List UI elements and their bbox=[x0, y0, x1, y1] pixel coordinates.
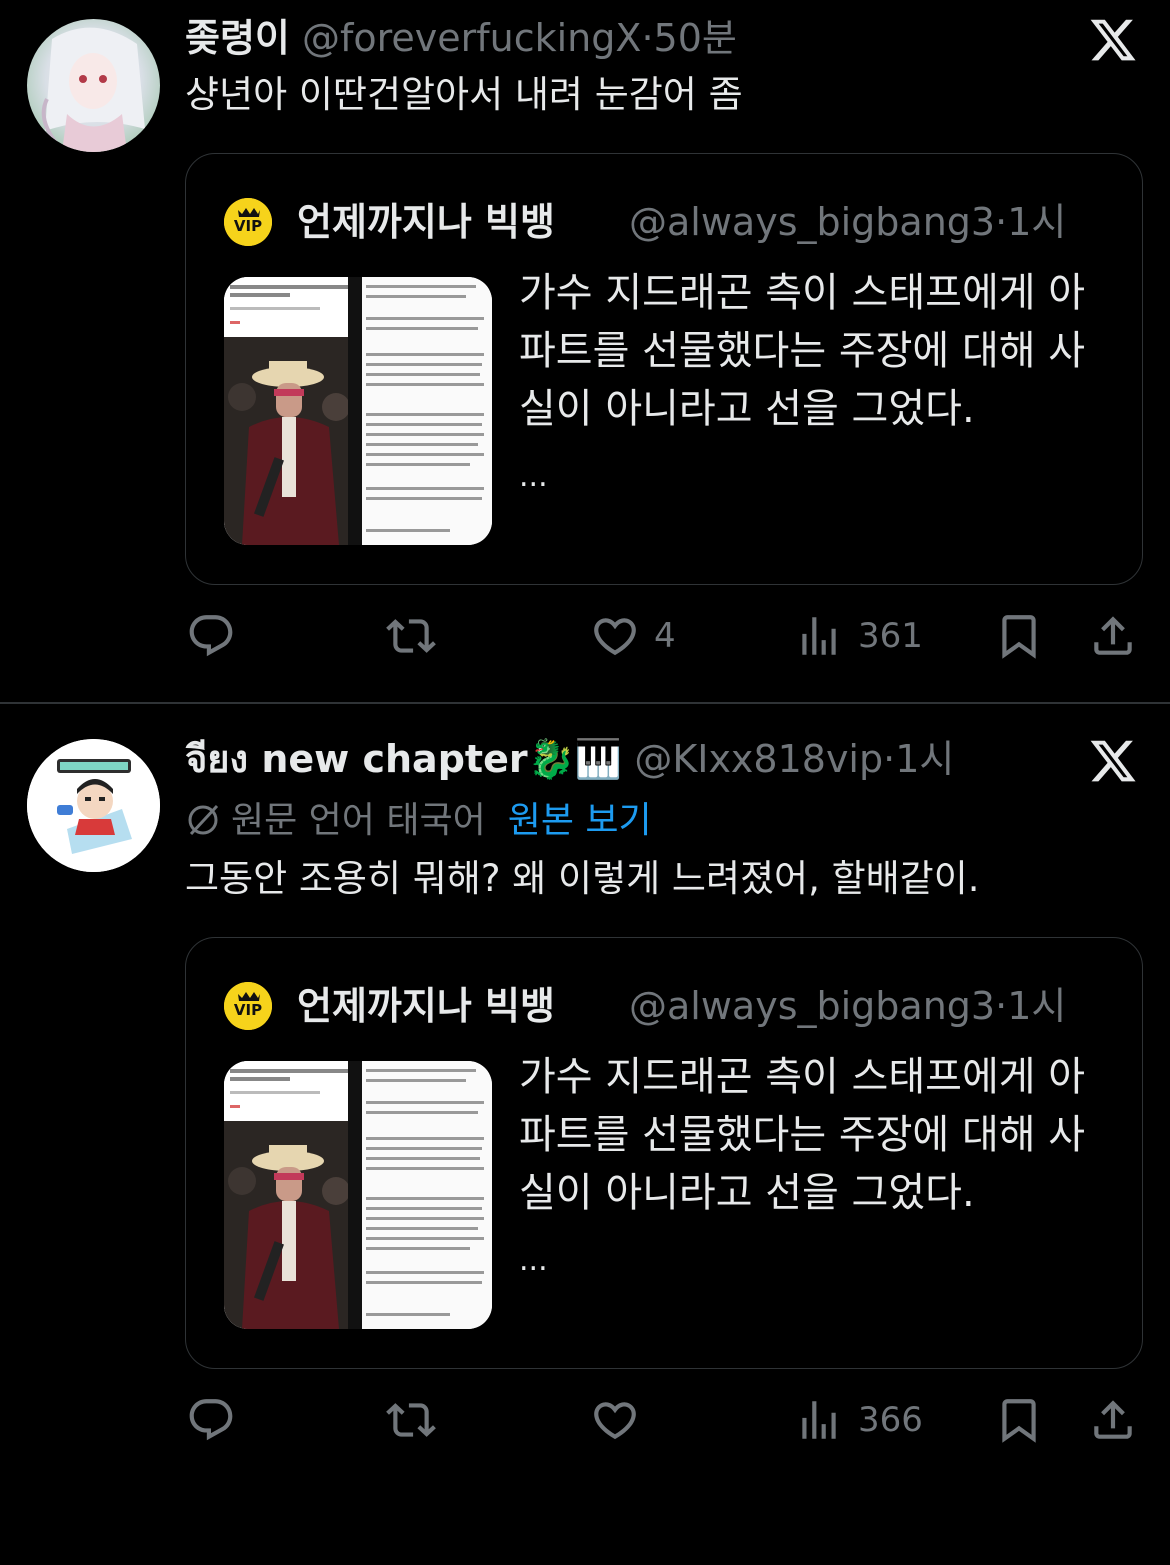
tweet-text: 그동안 조용히 뭐해? 왜 이렇게 느려졌어, 할배같이. bbox=[185, 857, 980, 900]
avatar[interactable] bbox=[27, 739, 160, 872]
tweet-header: 좆령이 @foreverfuckingX·50분 bbox=[185, 15, 737, 61]
handle[interactable]: @always_bigbang3 bbox=[629, 200, 995, 244]
timestamp[interactable]: 1시 bbox=[895, 737, 954, 781]
share-icon bbox=[1088, 611, 1138, 661]
quoted-text-line: 파트를 선물했다는 주장에 대해 사 bbox=[519, 1112, 1086, 1158]
views-icon bbox=[794, 1395, 844, 1445]
like-count: 4 bbox=[654, 616, 676, 656]
share-icon bbox=[1088, 1395, 1138, 1445]
quoted-text-line: 가수 지드래곤 측이 스태프에게 아 bbox=[519, 1054, 1086, 1100]
tweet-text: 샹년아 이딴건알아서 내려 눈감어 좀 bbox=[185, 73, 743, 116]
avatar[interactable] bbox=[27, 19, 160, 152]
article-thumbnail[interactable] bbox=[224, 1061, 492, 1329]
views-count: 366 bbox=[858, 1400, 923, 1440]
separator: · bbox=[995, 984, 1008, 1028]
bookmark-button[interactable] bbox=[994, 1390, 1044, 1450]
avatar[interactable]: VIP bbox=[224, 982, 272, 1030]
svg-text:VIP: VIP bbox=[234, 1001, 262, 1019]
share-button[interactable] bbox=[1088, 606, 1138, 666]
handle-and-time: @always_bigbang3·1시 bbox=[629, 198, 1066, 246]
timestamp[interactable]: 50분 bbox=[654, 16, 737, 60]
show-original-link[interactable]: 원본 보기 bbox=[508, 800, 652, 841]
views-count: 361 bbox=[858, 616, 923, 656]
quoted-tweet[interactable]: VIP 언제까지나 빅뱅 @always_bigbang3·1시 가수 지드래곤… bbox=[185, 937, 1143, 1369]
article-thumbnail[interactable] bbox=[224, 277, 492, 545]
tweet-header: จียง new chapter🐉🎹 @KIxx818vip·1시 bbox=[185, 736, 954, 782]
reply-button[interactable] bbox=[186, 1390, 236, 1450]
quoted-text-ellipsis: ... bbox=[519, 459, 548, 494]
views-button[interactable]: 361 bbox=[794, 606, 923, 666]
globe-slash-icon bbox=[185, 802, 221, 838]
like-button[interactable] bbox=[590, 1390, 640, 1450]
quoted-text-ellipsis: ... bbox=[519, 1243, 548, 1278]
bookmark-icon bbox=[994, 1395, 1044, 1445]
retweet-button[interactable] bbox=[386, 1390, 436, 1450]
action-bar: 366 bbox=[0, 1390, 1170, 1450]
handle[interactable]: @foreverfuckingX bbox=[302, 16, 641, 60]
quoted-text-line: 실이 아니라고 선을 그었다. bbox=[519, 386, 975, 432]
quoted-text-line: 가수 지드래곤 측이 스태프에게 아 bbox=[519, 270, 1086, 316]
handle-and-time: @always_bigbang3·1시 bbox=[629, 982, 1066, 1030]
separator: · bbox=[641, 16, 654, 60]
share-button[interactable] bbox=[1088, 1390, 1138, 1450]
like-icon bbox=[590, 611, 640, 661]
like-button[interactable]: 4 bbox=[590, 606, 676, 666]
reply-icon bbox=[186, 1395, 236, 1445]
quoted-text-line: 파트를 선물했다는 주장에 대해 사 bbox=[519, 328, 1086, 374]
handle[interactable]: @always_bigbang3 bbox=[629, 984, 995, 1028]
views-icon bbox=[794, 611, 844, 661]
quoted-tweet-text: 가수 지드래곤 측이 스태프에게 아 파트를 선물했다는 주장에 대해 사 실이… bbox=[519, 264, 1119, 438]
retweet-icon bbox=[386, 611, 436, 661]
views-button[interactable]: 366 bbox=[794, 1390, 923, 1450]
timestamp[interactable]: 1시 bbox=[1007, 984, 1066, 1028]
reply-icon bbox=[186, 611, 236, 661]
reply-button[interactable] bbox=[186, 606, 236, 666]
quoted-tweet-text: 가수 지드래곤 측이 스태프에게 아 파트를 선물했다는 주장에 대해 사 실이… bbox=[519, 1048, 1119, 1222]
display-name[interactable]: จียง new chapter🐉🎹 bbox=[185, 737, 622, 781]
svg-text:VIP: VIP bbox=[234, 217, 262, 235]
quoted-tweet[interactable]: VIP 언제까지나 빅뱅 @always_bigbang3·1시 가수 지드래곤… bbox=[185, 153, 1143, 585]
retweet-button[interactable] bbox=[386, 606, 436, 666]
display-name[interactable]: 좆령이 bbox=[185, 16, 290, 60]
x-logo-icon[interactable] bbox=[1088, 736, 1138, 786]
translation-label: 원문 언어 태국어 bbox=[231, 800, 486, 841]
separator: · bbox=[995, 200, 1008, 244]
separator: · bbox=[883, 737, 896, 781]
bookmark-button[interactable] bbox=[994, 606, 1044, 666]
handle[interactable]: @KIxx818vip bbox=[634, 737, 883, 781]
display-name[interactable]: 언제까지나 빅뱅 bbox=[297, 982, 555, 1030]
action-bar: 4 361 bbox=[0, 606, 1170, 666]
bookmark-icon bbox=[994, 611, 1044, 661]
quoted-text-line: 실이 아니라고 선을 그었다. bbox=[519, 1170, 975, 1216]
translation-notice: 원문 언어 태국어 원본 보기 bbox=[185, 798, 652, 844]
retweet-icon bbox=[386, 1395, 436, 1445]
tweet-2[interactable]: จียง new chapter🐉🎹 @KIxx818vip·1시 원문 언어 … bbox=[0, 704, 1170, 1565]
x-logo-icon[interactable] bbox=[1088, 15, 1138, 65]
display-name[interactable]: 언제까지나 빅뱅 bbox=[297, 198, 555, 246]
avatar[interactable]: VIP bbox=[224, 198, 272, 246]
like-icon bbox=[590, 1395, 640, 1445]
timestamp[interactable]: 1시 bbox=[1007, 200, 1066, 244]
tweet-1[interactable]: 좆령이 @foreverfuckingX·50분 샹년아 이딴건알아서 내려 눈… bbox=[0, 0, 1170, 702]
